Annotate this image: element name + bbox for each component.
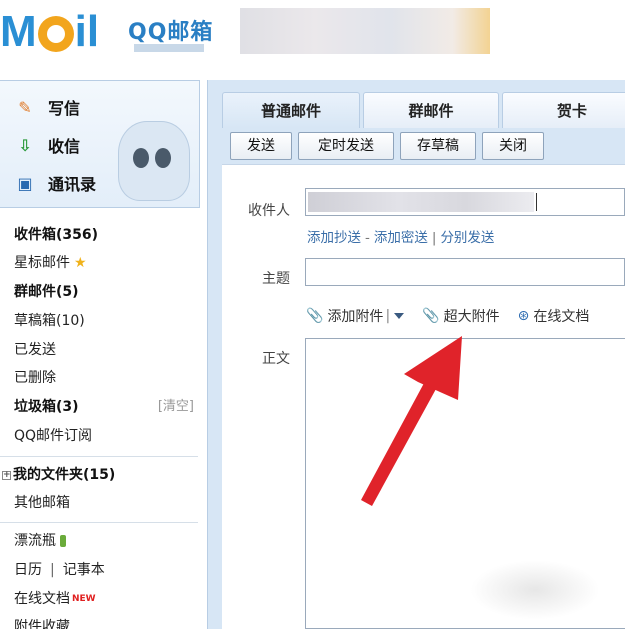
tab-normal-mail[interactable]: 普通邮件 [222, 92, 360, 128]
new-badge: NEW [72, 594, 96, 604]
sidebar-item-group-mail[interactable]: 群邮件(5) [14, 281, 79, 303]
sidebar-item-sent[interactable]: 已发送 [14, 339, 56, 361]
online-doc-button[interactable]: ⊛ 在线文档 [518, 306, 590, 326]
online-doc-label: 在线文档 [533, 309, 590, 325]
receive-label: 收信 [48, 137, 81, 156]
sidebar-item-my-folders[interactable]: + 我的文件夹(15) [2, 464, 115, 486]
separate-send-link[interactable]: 分别发送 [440, 230, 494, 246]
starred-label: 星标邮件 [14, 255, 70, 271]
watermark-blur [470, 560, 600, 620]
receive-mail-button[interactable]: ⇩ 收信 [14, 131, 80, 159]
address-book-icon: ▣ [17, 173, 33, 193]
recipient-label: 收件人 [248, 203, 290, 219]
subject-label: 主题 [262, 271, 290, 287]
add-attachment-button[interactable]: 📎 添加附件 [306, 306, 383, 326]
sidebar-item-attachments[interactable]: 附件收藏 [14, 616, 70, 629]
pipe-separator: | [50, 562, 55, 578]
compose-toolbar: 发送 定时发送 存草稿 关闭 [222, 128, 625, 164]
contacts-button[interactable]: ▣ 通讯录 [14, 169, 96, 197]
sidebar-item-trash[interactable]: 垃圾箱(3) [14, 396, 79, 418]
inbox-download-icon: ⇩ [18, 135, 32, 155]
logo-letters-il: il [74, 7, 100, 56]
divider [0, 522, 198, 523]
sidebar-item-subscribe[interactable]: QQ邮件订阅 [14, 425, 92, 447]
sidebar-item-drafts[interactable]: 草稿箱(10) [14, 310, 85, 332]
sidebar-item-bottle[interactable]: 漂流瓶 [14, 530, 66, 552]
trash-clear-link[interactable]: [清空] [158, 396, 194, 418]
write-mail-button[interactable]: ✎ 写信 [14, 93, 80, 121]
star-icon: ★ [74, 255, 87, 271]
header: M il QQ邮箱 [0, 0, 625, 72]
quick-actions-panel: ✎ 写信 ⇩ 收信 ▣ 通讯录 [0, 80, 200, 208]
expand-icon[interactable]: + [2, 470, 11, 480]
close-button[interactable]: 关闭 [482, 132, 544, 160]
recipient-field[interactable] [305, 188, 625, 216]
logo-bell-icon [37, 16, 74, 52]
dash-separator: - [365, 230, 370, 246]
sidebar-item-starred[interactable]: 星标邮件 ★ [14, 252, 87, 274]
sidebar: ✎ 写信 ⇩ 收信 ▣ 通讯录 收件箱(356) 星标邮件 ★ 群邮件(5) 草稿… [0, 80, 200, 629]
large-attachment-label: 超大附件 [443, 309, 500, 325]
share-icon: ⊛ [517, 308, 530, 324]
sidebar-item-other-mail[interactable]: 其他邮箱 [14, 492, 70, 514]
timed-send-button[interactable]: 定时发送 [298, 132, 394, 160]
blurred-account-name [240, 8, 490, 54]
online-docs-label: 在线文档 [14, 591, 70, 607]
attachment-toolbar: 📎 添加附件 | 📎 超大附件 ⊛ 在线文档 [306, 305, 589, 327]
bottle-icon [60, 535, 66, 547]
blurred-recipient [308, 192, 534, 212]
penguin-mascot [118, 121, 190, 201]
compose-tabs: 普通邮件 群邮件 贺卡 [222, 92, 625, 128]
logo-subtitle-blurred [134, 44, 204, 52]
calendar-link[interactable]: 日历 [14, 562, 42, 578]
logo-letter-m: M [0, 7, 37, 56]
large-attachment-button[interactable]: 📎 超大附件 [422, 306, 499, 326]
add-cc-link[interactable]: 添加抄送 [307, 230, 361, 246]
send-button[interactable]: 发送 [230, 132, 292, 160]
bottle-label: 漂流瓶 [14, 533, 56, 549]
divider [0, 456, 198, 457]
pipe-separator: | [431, 230, 437, 246]
pipe-separator: | [385, 308, 391, 324]
my-folders-label: 我的文件夹(15) [13, 467, 116, 483]
notepad-link[interactable]: 记事本 [63, 562, 105, 578]
gold-paperclip-icon: 📎 [422, 308, 440, 324]
subject-field[interactable] [305, 258, 625, 286]
chevron-down-icon[interactable] [394, 313, 405, 319]
paperclip-icon: 📎 [306, 308, 324, 324]
add-attachment-label: 添加附件 [327, 309, 384, 325]
sidebar-item-online-docs[interactable]: 在线文档 NEW [14, 588, 96, 610]
body-label: 正文 [262, 351, 290, 367]
logo-title: QQ邮箱 [128, 20, 214, 45]
pencil-icon: ✎ [18, 97, 32, 117]
qq-mail-logo[interactable]: M il [0, 8, 99, 56]
add-bcc-link[interactable]: 添加密送 [374, 230, 428, 246]
recipient-options: 添加抄送 - 添加密送 | 分别发送 [307, 226, 494, 246]
contacts-label: 通讯录 [48, 175, 97, 194]
sidebar-item-inbox[interactable]: 收件箱(356) [14, 224, 98, 246]
sidebar-item-deleted[interactable]: 已删除 [14, 367, 56, 389]
text-caret [536, 193, 537, 211]
write-label: 写信 [48, 99, 81, 118]
tab-group-mail[interactable]: 群邮件 [363, 92, 499, 128]
sidebar-item-calendar-notepad: 日历 | 记事本 [14, 559, 105, 581]
save-draft-button[interactable]: 存草稿 [400, 132, 476, 160]
tab-greeting-card[interactable]: 贺卡 [502, 92, 625, 128]
